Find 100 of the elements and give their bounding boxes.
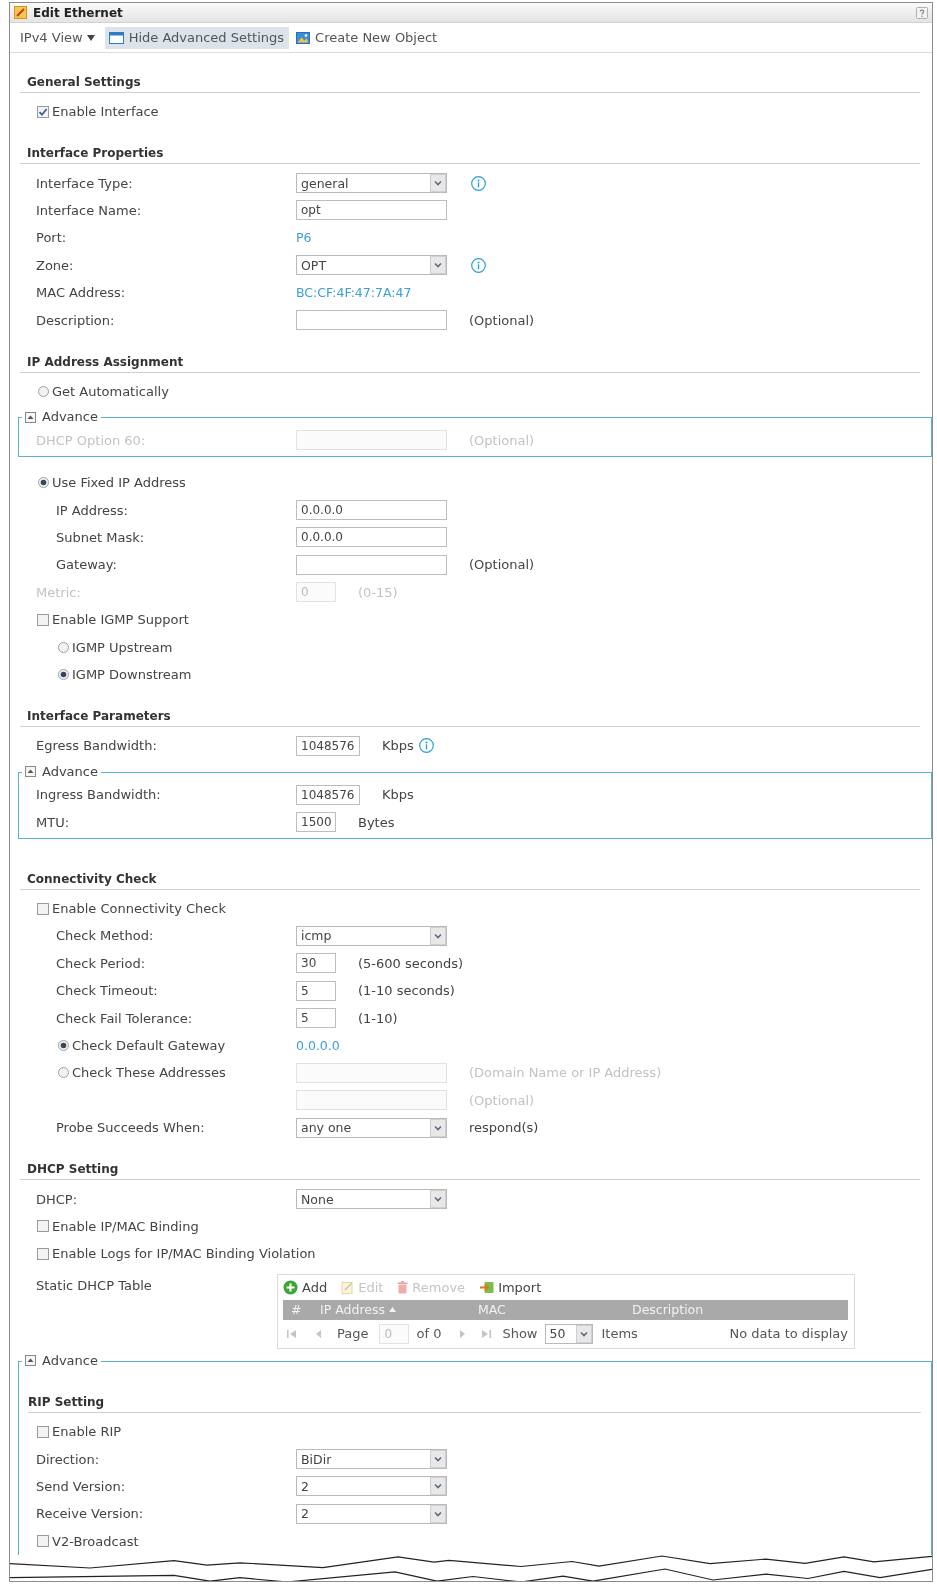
field-note: (Optional) xyxy=(469,312,535,328)
toolbar-button[interactable]: Add xyxy=(283,1279,328,1295)
field-note: (Optional) xyxy=(469,432,535,448)
input-field[interactable]: 5 xyxy=(296,980,336,1001)
field-label: MAC Address: xyxy=(36,285,126,301)
radio-label: Check Default Gateway xyxy=(72,1037,226,1053)
sort-ascending-icon xyxy=(389,1307,396,1312)
panel-legend[interactable]: Advance xyxy=(42,409,98,426)
info-icon[interactable] xyxy=(471,175,486,191)
radio-button[interactable] xyxy=(58,641,69,653)
field-label: Subnet Mask: xyxy=(56,530,145,545)
toolbar-button[interactable]: Create New Object xyxy=(292,26,443,49)
field-note: Bytes xyxy=(358,814,395,830)
field-label: DHCP Option 60: xyxy=(36,432,146,448)
field-label: Description: xyxy=(36,312,115,328)
section-title: IP Address Assignment xyxy=(27,354,184,369)
panel-legend[interactable]: Advance xyxy=(42,763,98,780)
section-title: General Settings xyxy=(27,75,141,89)
field-label: Zone: xyxy=(36,257,74,273)
field-label: Receive Version: xyxy=(36,1506,144,1522)
caret-icon xyxy=(430,1118,446,1137)
dropdown[interactable]: icmp xyxy=(296,925,447,946)
first-page-icon[interactable] xyxy=(287,1328,297,1339)
window-title: Edit Ethernet xyxy=(33,5,123,20)
collapse-toggle-icon[interactable] xyxy=(25,411,36,423)
field-value: 0.0.0.0 xyxy=(296,1037,340,1053)
dropdown[interactable]: 2 xyxy=(296,1476,447,1497)
pager-label: Page xyxy=(337,1326,369,1341)
image-icon xyxy=(296,31,311,44)
dropdown[interactable]: OPT xyxy=(296,255,447,276)
radio-button[interactable] xyxy=(58,1067,69,1079)
checkbox-label: V2-Broadcast xyxy=(52,1533,139,1549)
radio-button[interactable] xyxy=(58,1039,69,1051)
checkbox-label: Enable Interface xyxy=(52,104,159,120)
radio-label: IGMP Upstream xyxy=(72,639,173,655)
input-field[interactable] xyxy=(296,554,447,575)
input-field[interactable]: 1048576 xyxy=(296,784,360,805)
caret-icon xyxy=(430,1504,446,1523)
pager-label: of 0 xyxy=(416,1326,442,1341)
collapse-toggle-icon[interactable] xyxy=(25,766,36,778)
info-icon[interactable] xyxy=(418,738,434,754)
checkbox-label: Enable Connectivity Check xyxy=(52,901,226,916)
field-label: Metric: xyxy=(36,584,81,600)
empty-message: No data to display xyxy=(729,1326,848,1341)
field-label: Check Period: xyxy=(56,955,146,971)
edit-icon xyxy=(14,6,27,19)
checkbox[interactable] xyxy=(37,902,49,915)
collapse-toggle-icon[interactable] xyxy=(25,1355,36,1366)
caret-icon xyxy=(86,34,95,41)
caret-icon xyxy=(430,174,446,193)
checkbox[interactable] xyxy=(37,1535,49,1548)
field-label: Interface Name: xyxy=(36,202,142,218)
dropdown[interactable]: any one xyxy=(296,1117,447,1138)
panel-legend[interactable]: Advance xyxy=(42,1352,98,1369)
last-page-icon[interactable] xyxy=(481,1328,492,1339)
field-label: Probe Succeeds When: xyxy=(56,1120,205,1136)
field-note: (5-600 seconds) xyxy=(358,955,464,971)
dropdown[interactable]: None xyxy=(296,1189,447,1209)
input-field[interactable]: 30 xyxy=(296,953,336,974)
dropdown[interactable]: 2 xyxy=(296,1503,447,1524)
previous-page-icon[interactable] xyxy=(314,1328,324,1339)
section-title: Interface Properties xyxy=(27,146,164,161)
input-field[interactable]: 0.0.0.0 xyxy=(296,500,447,521)
input-field[interactable]: 0.0.0.0 xyxy=(296,527,447,548)
input-field[interactable]: opt xyxy=(296,200,447,221)
input-field[interactable]: 5 xyxy=(296,1008,336,1029)
section-title: Connectivity Check xyxy=(27,871,157,886)
input-field[interactable]: 1048576 xyxy=(296,735,360,756)
checkbox[interactable] xyxy=(37,613,49,626)
caret-icon xyxy=(430,1477,446,1496)
field-label: Port: xyxy=(36,230,67,246)
caret-icon xyxy=(575,1324,592,1343)
radio-label: Use Fixed IP Address xyxy=(52,475,186,491)
dropdown[interactable]: general xyxy=(296,173,447,194)
field-label: DHCP: xyxy=(36,1191,78,1207)
field-label: Egress Bandwidth: xyxy=(36,738,157,754)
section-title: Interface Parameters xyxy=(27,709,171,724)
field-value: P6 xyxy=(296,230,312,246)
checkbox[interactable] xyxy=(37,1247,49,1260)
input-field[interactable]: 1500 xyxy=(296,812,336,833)
checkbox[interactable] xyxy=(37,105,49,118)
help-icon[interactable] xyxy=(916,6,928,19)
checkbox[interactable] xyxy=(37,1220,49,1233)
toolbar-button[interactable]: Hide Advanced Settings xyxy=(104,26,290,49)
view-menu[interactable]: IPv4 View xyxy=(20,26,95,49)
field-note: Kbps xyxy=(382,787,414,803)
input-field[interactable] xyxy=(296,310,447,331)
edit-icon xyxy=(341,1280,355,1294)
field-label: Ingress Bandwidth: xyxy=(36,787,161,803)
radio-button[interactable] xyxy=(58,668,69,680)
radio-button[interactable] xyxy=(38,477,49,489)
toolbar-button[interactable]: Import xyxy=(479,1279,542,1295)
dropdown[interactable]: BiDir xyxy=(296,1449,447,1470)
radio-button[interactable] xyxy=(38,385,49,397)
info-icon[interactable] xyxy=(471,257,486,273)
radio-label: Check These Addresses xyxy=(72,1065,226,1081)
field-label: Check Method: xyxy=(56,928,154,944)
field-note: (Domain Name or IP Address) xyxy=(469,1065,662,1081)
checkbox[interactable] xyxy=(37,1425,49,1438)
field-note: (0-15) xyxy=(358,584,398,600)
